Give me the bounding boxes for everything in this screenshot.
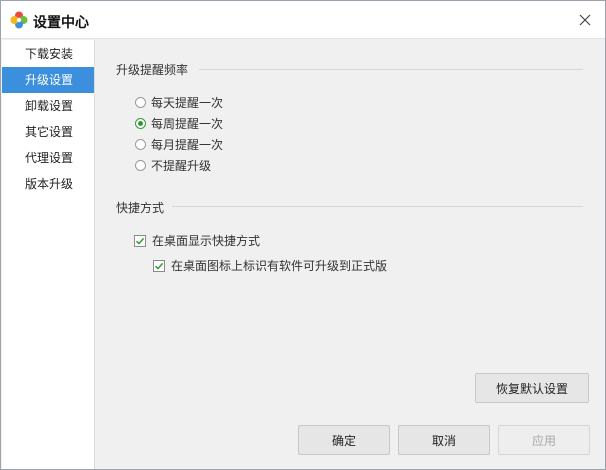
radio-label: 每月提醒一次 bbox=[151, 138, 224, 152]
close-button[interactable] bbox=[573, 8, 597, 32]
sidebar-item-other-settings[interactable]: 其它设置 bbox=[2, 119, 94, 145]
checkbox[interactable] bbox=[134, 234, 146, 247]
check-icon bbox=[154, 262, 164, 270]
sidebar-item-uninstall-settings[interactable]: 卸载设置 bbox=[2, 93, 94, 119]
cancel-button[interactable]: 取消 bbox=[398, 425, 490, 455]
radio-label: 每周提醒一次 bbox=[151, 117, 224, 131]
radio-label: 不提醒升级 bbox=[151, 159, 212, 173]
radio-label: 每天提醒一次 bbox=[151, 96, 224, 110]
sidebar: 下载安装 升级设置 卸载设置 其它设置 代理设置 版本升级 bbox=[2, 40, 95, 469]
radio-button[interactable] bbox=[135, 97, 146, 108]
apply-button[interactable]: 应用 bbox=[498, 425, 590, 455]
radio-no-reminder[interactable]: 不提醒升级 bbox=[135, 157, 211, 174]
checkbox-show-desktop-shortcut[interactable]: 在桌面显示快捷方式 bbox=[134, 232, 260, 249]
title-bar[interactable]: 设置中心 bbox=[1, 1, 605, 39]
section-divider bbox=[199, 69, 583, 70]
shortcut-section-title: 快捷方式 bbox=[116, 201, 165, 215]
checkbox-mark-upgradable-icon[interactable]: 在桌面图标上标识有软件可升级到正式版 bbox=[153, 257, 387, 274]
upgrade-reminder-section-title: 升级提醒频率 bbox=[116, 63, 189, 77]
radio-daily-reminder[interactable]: 每天提醒一次 bbox=[135, 94, 223, 111]
checkbox-label: 在桌面图标上标识有软件可升级到正式版 bbox=[171, 259, 388, 273]
radio-monthly-reminder[interactable]: 每月提醒一次 bbox=[135, 136, 223, 153]
checkbox-label: 在桌面显示快捷方式 bbox=[152, 234, 261, 248]
radio-button[interactable] bbox=[135, 139, 146, 150]
check-icon bbox=[135, 237, 145, 245]
settings-window: 设置中心 下载安装 升级设置 卸载设置 其它设置 代理设置 版本升级 升级提醒频… bbox=[0, 0, 606, 470]
sidebar-item-version-upgrade[interactable]: 版本升级 bbox=[2, 171, 94, 197]
close-icon bbox=[579, 14, 591, 26]
window-title: 设置中心 bbox=[33, 15, 89, 31]
ok-button[interactable]: 确定 bbox=[298, 425, 390, 455]
radio-button-checked[interactable] bbox=[135, 118, 146, 129]
colorful-flower-icon bbox=[10, 11, 28, 29]
section-divider bbox=[172, 206, 583, 207]
radio-button[interactable] bbox=[135, 160, 146, 171]
sidebar-item-download-install[interactable]: 下载安装 bbox=[2, 41, 94, 67]
sidebar-item-proxy-settings[interactable]: 代理设置 bbox=[2, 145, 94, 171]
sidebar-item-upgrade-settings[interactable]: 升级设置 bbox=[2, 67, 94, 93]
restore-default-button[interactable]: 恢复默认设置 bbox=[475, 373, 589, 403]
checkbox[interactable] bbox=[153, 259, 165, 272]
radio-weekly-reminder[interactable]: 每周提醒一次 bbox=[135, 115, 223, 132]
